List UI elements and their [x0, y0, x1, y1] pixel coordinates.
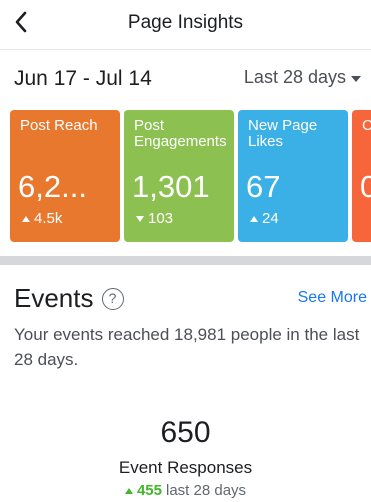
card-value: 0	[360, 169, 371, 204]
event-responses-delta: 455 last 28 days	[0, 482, 371, 499]
period-label: Last 28 days	[243, 67, 346, 87]
top-bar: Page Insights	[0, 0, 371, 50]
metric-cards: Post Reach 6,2... 4.5k Post Engagements …	[0, 110, 371, 244]
help-icon[interactable]: ?	[101, 287, 124, 310]
arrow-up-icon	[124, 487, 133, 494]
card-value: 6,2...	[18, 169, 87, 204]
period-dropdown[interactable]: Last 28 days	[244, 67, 361, 88]
card-title: Post Reach	[20, 117, 98, 134]
card-delta: 4.5k	[22, 210, 62, 227]
events-description: Your events reached 18,981 people in the…	[14, 325, 360, 369]
card-partial[interactable]: C 0	[352, 110, 371, 242]
card-delta: 24	[250, 210, 279, 227]
card-title: Post Engagements	[134, 117, 227, 150]
card-new-page-likes[interactable]: New Page Likes 67 24	[238, 110, 348, 242]
card-value: 67	[246, 169, 281, 204]
card-title: C	[362, 117, 371, 134]
card-delta-value: 103	[148, 210, 174, 227]
page-title: Page Insights	[127, 12, 244, 33]
events-header: Events ?	[14, 283, 124, 314]
card-value: 1,301	[132, 169, 210, 204]
date-range-label: Jun 17 - Jul 14	[14, 67, 152, 90]
see-more-link[interactable]: See More	[298, 289, 367, 307]
events-title: Events	[14, 283, 94, 313]
card-delta-value: 24	[262, 210, 279, 227]
delta-suffix: last 28 days	[165, 482, 247, 499]
card-post-reach[interactable]: Post Reach 6,2... 4.5k	[10, 110, 120, 242]
card-post-engagements[interactable]: Post Engagements 1,301 103	[124, 110, 234, 242]
card-delta: 103	[136, 210, 173, 227]
arrow-up-icon	[22, 215, 30, 222]
event-responses-label: Event Responses	[118, 458, 253, 477]
date-range-row: Jun 17 - Jul 14 Last 28 days	[0, 50, 371, 108]
card-delta-value: 4.5k	[34, 210, 63, 227]
card-title: New Page Likes	[248, 117, 318, 150]
delta-value: 455	[136, 482, 162, 499]
caret-down-icon	[351, 75, 361, 82]
section-divider	[0, 256, 371, 265]
event-responses-value: 650	[160, 416, 211, 449]
arrow-up-icon	[250, 215, 258, 222]
arrow-down-icon	[136, 215, 144, 222]
